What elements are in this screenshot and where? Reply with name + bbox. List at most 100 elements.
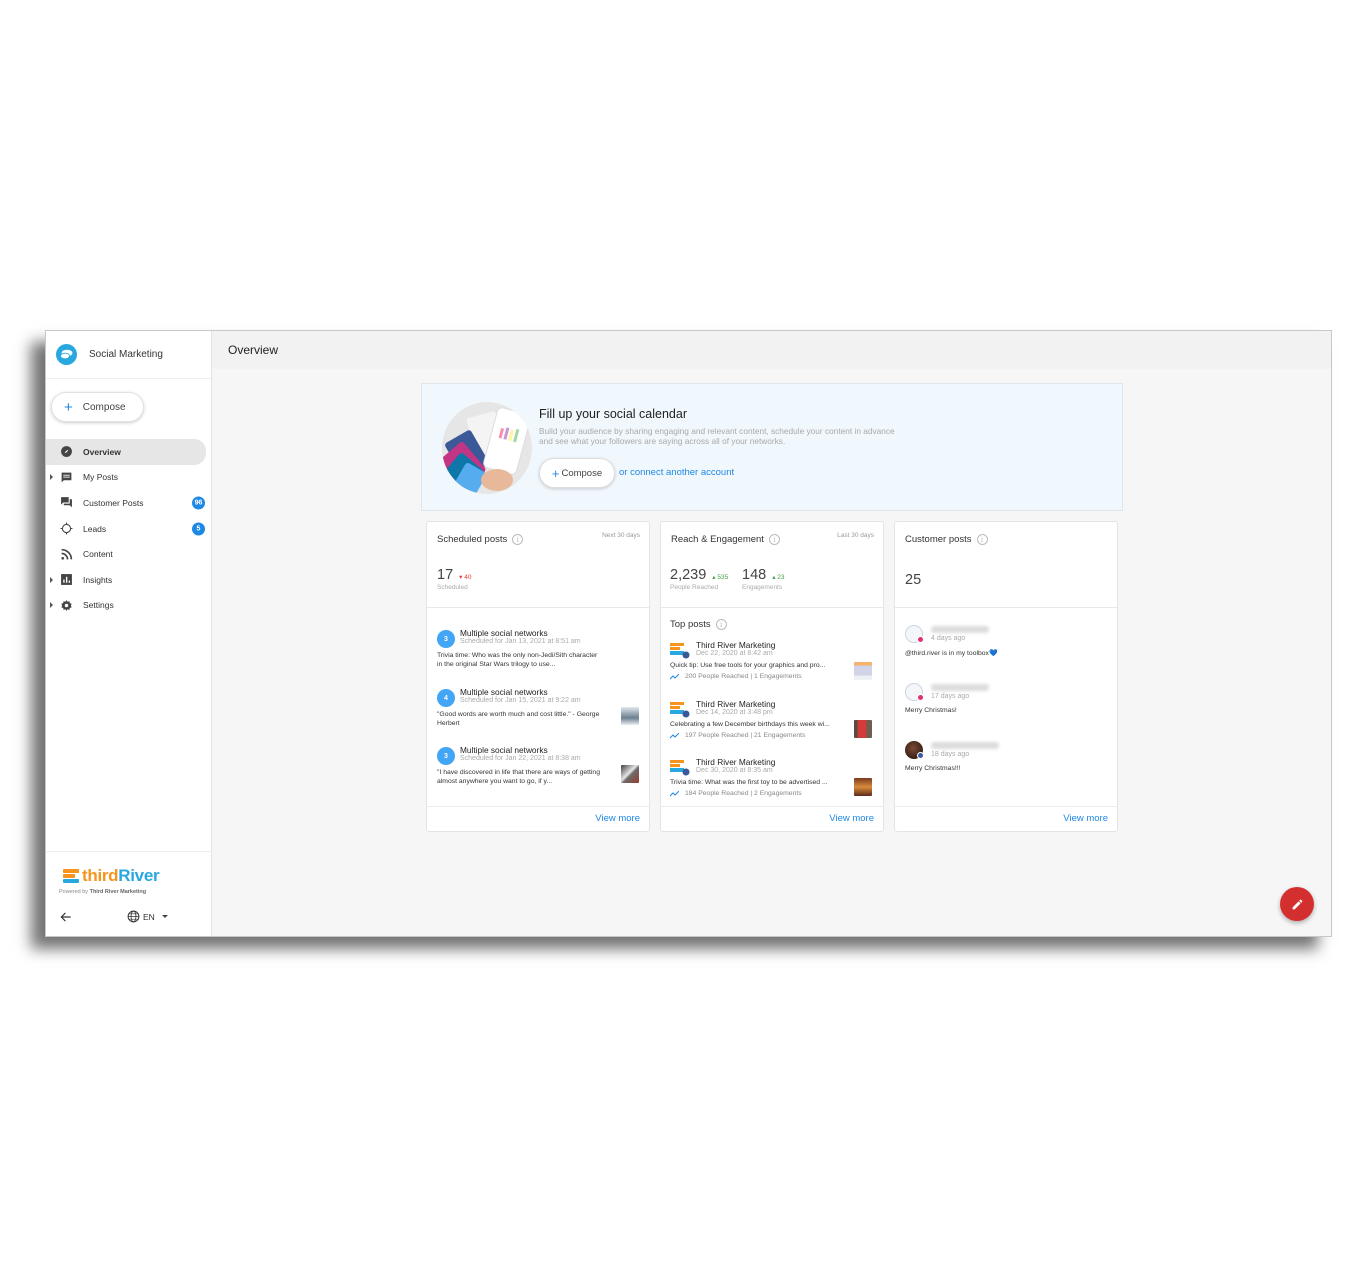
scheduled-post-item[interactable]: 3 Multiple social networks Scheduled for… [437,743,642,798]
date-range: Last 30 days [837,532,874,539]
post-author: Third River Marketing [696,640,776,650]
banner-compose-button[interactable]: + Compose [539,458,615,488]
sidebar-item-leads[interactable]: Leads 5 [46,516,212,542]
bar-chart-icon [60,573,73,586]
customer-posts-count: 25 [905,572,922,588]
trend-icon [670,790,679,796]
sidebar-item-my-posts[interactable]: My Posts [46,465,212,491]
card-header: Customer posts i 25 [895,522,1117,608]
view-more-link[interactable]: View more [829,813,874,824]
logo-word-third: third [82,866,119,885]
facebook-icon [917,752,924,759]
customer-post-item[interactable]: 18 days ago Merry Christmas!!! [905,741,1110,796]
post-schedule-time: Scheduled for Jan 22, 2021 at 8:38 am [460,755,581,762]
post-thumbnail [621,765,639,783]
social-cards-illustration [442,402,532,494]
expand-caret-icon[interactable] [50,576,53,583]
card-footer: View more [427,806,649,831]
post-text: @third.river is in my toolbox💙 [905,650,998,657]
sidebar-item-overview[interactable]: Overview [46,439,206,465]
app-window: Social Marketing + Compose Overview My P… [45,330,1332,937]
expand-caret-icon[interactable] [50,602,53,609]
card-title: Customer posts i [905,534,988,545]
top-posts-label: Top posts [670,619,711,630]
scheduled-posts-card: Scheduled posts i Next 30 days 17 ▾ 40 S… [426,521,650,832]
post-date: Dec 30, 2020 at 8:35 am [696,767,773,774]
sidebar-item-customer-posts[interactable]: Customer Posts 96 [46,490,212,516]
powered-by: Powered by Third River Marketing [59,889,146,895]
sidebar-item-label: Content [83,549,113,560]
post-text: Trivia time: What was the first toy to b… [670,779,828,786]
sidebar-item-label: My Posts [83,472,118,483]
pencil-icon [1292,899,1302,909]
facebook-page-avatar-icon [670,643,690,659]
customer-post-item[interactable]: 4 days ago @third.river is in my toolbox… [905,625,1110,680]
compose-fab-button[interactable] [1280,887,1314,921]
leads-badge: 5 [192,522,205,536]
language-selector[interactable]: EN [127,910,168,923]
post-time: 4 days ago [931,635,966,642]
post-text: Merry Christmas!!! [905,765,961,772]
engagements-delta-value: 23 [777,574,785,581]
post-stats: 200 People Reached | 1 Engagements [670,673,802,680]
scheduled-post-item[interactable]: 3 Multiple social networks Scheduled for… [437,626,642,681]
view-more-link[interactable]: View more [1063,813,1108,824]
main-content: Overview Fill up your social calendar Bu… [212,331,1331,936]
top-post-item[interactable]: Third River Marketing Dec 22, 2020 at 8:… [670,640,876,695]
plus-icon: + [551,465,560,481]
post-author: Third River Marketing [696,757,776,767]
customer-post-item[interactable]: 17 days ago Merry Christmas! [905,683,1110,738]
post-stats-text: 184 People Reached | 2 Engagements [685,790,802,797]
engagements-label: Engagements [742,584,783,591]
back-arrow-icon[interactable] [59,910,73,924]
sidebar-item-content[interactable]: Content [46,541,212,567]
post-time: 17 days ago [931,693,970,700]
info-icon[interactable]: i [768,534,780,545]
compose-label: Compose [82,401,126,413]
post-stats: 197 People Reached | 21 Engagements [670,732,805,739]
expand-caret-icon[interactable] [50,474,53,481]
powered-by-name: Third River Marketing [89,889,147,895]
post-title: Multiple social networks [460,745,548,755]
banner-compose-label: Compose [561,467,603,479]
top-post-item[interactable]: Third River Marketing Dec 14, 2020 at 3:… [670,699,876,754]
post-text: "I have discovered in life that there ar… [437,769,600,785]
page-header: Overview [212,331,1331,369]
info-icon[interactable]: i [512,534,524,545]
social-marketing-logo-icon [56,344,77,365]
scheduled-post-item[interactable]: 4 Multiple social networks Scheduled for… [437,685,642,740]
view-more-link[interactable]: View more [595,813,640,824]
card-title: Reach & Engagement i [671,534,780,545]
post-author: Third River Marketing [696,699,776,709]
forum-icon [60,496,73,509]
instagram-icon [917,694,924,701]
banner-description: Build your audience by sharing engaging … [539,426,895,446]
sidebar: Social Marketing + Compose Overview My P… [46,331,212,936]
top-post-item[interactable]: Third River Marketing Dec 30, 2020 at 8:… [670,757,876,812]
people-reached-label: People Reached [670,584,719,591]
card-footer: View more [661,806,883,831]
scheduled-stat: 17 ▾ 40 [437,567,471,583]
logo-wordmark: thirdRiver [82,866,160,886]
info-icon[interactable]: i [715,619,727,630]
connect-account-link[interactable]: or connect another account [619,467,734,478]
sidebar-item-label: Customer Posts [83,497,144,508]
customer-posts-card: Customer posts i 25 4 days ago @third.ri… [894,521,1118,832]
sidebar-item-insights[interactable]: Insights [46,567,212,593]
social-calendar-banner: Fill up your social calendar Build your … [421,383,1123,511]
post-stats: 184 People Reached | 2 Engagements [670,790,802,797]
customer-name-redacted [931,684,989,691]
card-footer: View more [895,806,1117,831]
card-title-text: Scheduled posts [437,534,508,545]
sidebar-item-label: Leads [83,523,107,534]
post-text: Quick tip: Use free tools for your graph… [670,662,826,669]
info-icon[interactable]: i [976,534,988,545]
post-text: Trivia time: Who was the only non-Jedi/S… [437,652,598,668]
engagements-stat: 148 ▴ 23 [742,567,785,583]
logo-word-river: River [118,866,160,885]
scheduled-delta: ▾ 40 [459,574,472,581]
compose-button[interactable]: + Compose [51,392,144,422]
people-reached-value: 2,239 [670,567,707,583]
sidebar-item-settings[interactable]: Settings [46,593,212,619]
card-header: Scheduled posts i Next 30 days 17 ▾ 40 S… [427,522,649,608]
